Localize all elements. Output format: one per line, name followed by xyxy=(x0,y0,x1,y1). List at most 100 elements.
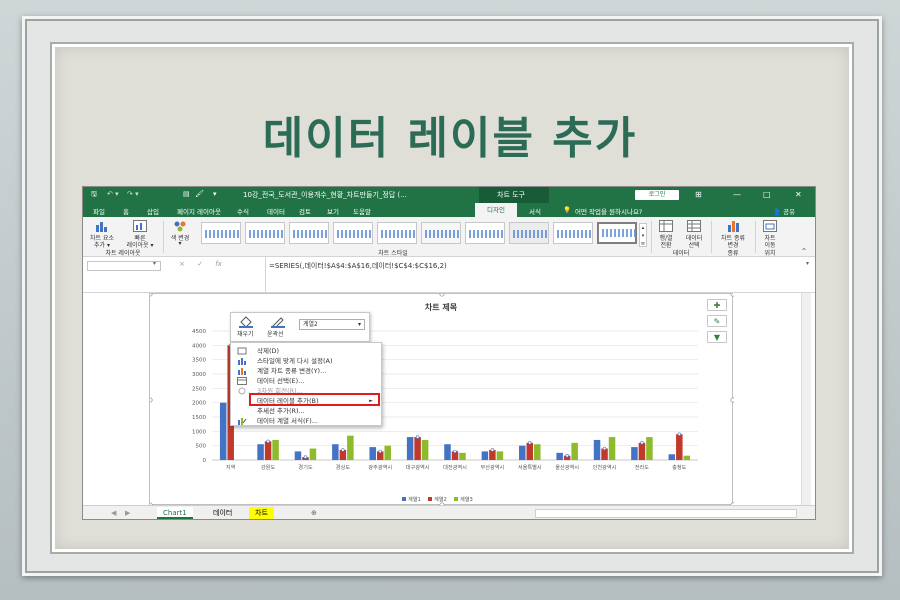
y-tick-label: 4000 xyxy=(192,343,206,349)
y-tick-label: 3000 xyxy=(192,372,206,378)
menu-item-delete[interactable]: 삭제(D) xyxy=(231,346,381,356)
tab-review[interactable]: 검토 xyxy=(299,206,311,216)
resize-handle xyxy=(730,294,734,297)
minimize-button[interactable]: — xyxy=(733,190,741,199)
next-sheet-icon[interactable]: ▶ xyxy=(119,507,136,519)
outline-icon[interactable] xyxy=(271,316,285,328)
menu-item-add-trendline[interactable]: 추세선 추가(R)... xyxy=(231,406,381,416)
x-tick-label: 경기도 xyxy=(298,463,313,471)
add-sheet-button[interactable]: ⊕ xyxy=(305,507,323,519)
legend-swatch-3 xyxy=(454,497,458,501)
tab-page-layout[interactable]: 페이지 레이아웃 xyxy=(177,206,221,216)
undo-icon[interactable]: ↶ ▾ xyxy=(107,190,119,198)
fill-icon[interactable] xyxy=(239,316,253,328)
move-chart-icon xyxy=(763,220,777,232)
menu-item-select-data[interactable]: 데이터 선택(E)... xyxy=(231,376,381,386)
enter-icon[interactable]: ✓ xyxy=(197,260,203,268)
vertical-scrollbar[interactable] xyxy=(801,293,811,505)
chart-style-4[interactable] xyxy=(333,222,373,244)
bar-1-3 xyxy=(294,451,302,460)
chart-style-2[interactable] xyxy=(245,222,285,244)
tab-design[interactable]: 디자인 xyxy=(475,203,517,217)
y-tick-label: 0 xyxy=(203,458,207,464)
legend-label-1: 계열1 xyxy=(408,495,421,503)
tab-home[interactable]: 홈 xyxy=(123,206,129,216)
chart-filters-button[interactable]: ▼ xyxy=(707,331,727,343)
bar-3-4 xyxy=(347,435,354,460)
name-box-dropdown-icon[interactable]: ▾ xyxy=(153,260,156,267)
share-button[interactable]: 👤 공유 xyxy=(773,206,795,216)
expand-formula-icon[interactable]: ▾ xyxy=(806,260,809,267)
x-tick-label: 서울특별시 xyxy=(518,463,542,471)
ribbon-display-icon[interactable]: ⊞ xyxy=(695,190,702,199)
formula-input[interactable]: =SERIES(,데이터!$A$4:$A$16,데이터!$C$4:$C$16,2… xyxy=(269,261,447,271)
chart-style-9[interactable] xyxy=(553,222,593,244)
cancel-icon[interactable]: × xyxy=(179,260,185,268)
series-dropdown[interactable]: 계열2 ▾ xyxy=(299,319,365,330)
y-tick-label: 2500 xyxy=(192,386,206,392)
macro-icon[interactable]: ▤ xyxy=(183,190,190,198)
group-chart-styles: 차트 스타일 xyxy=(378,250,408,257)
group-type: 종류 xyxy=(727,250,739,257)
bar-1-8 xyxy=(481,451,489,460)
chart-style-8[interactable] xyxy=(509,222,549,244)
login-button[interactable]: 로그인 xyxy=(635,190,679,200)
chart-style-1[interactable] xyxy=(201,222,241,244)
bar-3-6 xyxy=(421,439,429,460)
sheet-tab-data[interactable]: 데이터 xyxy=(207,507,238,519)
close-button[interactable]: ✕ xyxy=(795,190,802,199)
format-painter-icon[interactable]: 🖌 xyxy=(195,190,204,198)
menu-item-format-data-series[interactable]: 데이터 계열 서식(F)... xyxy=(231,416,381,426)
tab-formulas[interactable]: 수식 xyxy=(237,206,249,216)
sheet-tab-bar: ◀ ▶ Chart1 데이터 차트 ⊕ xyxy=(83,505,815,519)
horizontal-scrollbar[interactable] xyxy=(535,509,797,518)
chart-style-6[interactable] xyxy=(421,222,461,244)
menu-item-change-series-chart-type[interactable]: 계열 차트 종류 변경(Y)... xyxy=(231,366,381,376)
tab-help[interactable]: 도움말 xyxy=(353,206,371,216)
sheet-tab-chart1[interactable]: Chart1 xyxy=(157,507,193,519)
chart-style-3[interactable] xyxy=(289,222,329,244)
bar-1-6 xyxy=(406,437,414,460)
bar-3-11 xyxy=(608,437,616,460)
tab-file[interactable]: 파일 xyxy=(93,206,105,216)
legend-swatch-1 xyxy=(402,497,406,501)
customize-qat-icon[interactable]: ▾ xyxy=(213,190,217,198)
redo-icon[interactable]: ↷ ▾ xyxy=(127,190,139,198)
chart-style-7[interactable] xyxy=(465,222,505,244)
bar-3-13 xyxy=(683,455,691,460)
chart-style-5[interactable] xyxy=(377,222,417,244)
name-box[interactable] xyxy=(87,261,161,271)
tab-format[interactable]: 서식 xyxy=(529,206,541,216)
chart-style-10[interactable] xyxy=(597,222,637,244)
bar-2-13 xyxy=(676,434,683,460)
maximize-button[interactable]: □ xyxy=(763,190,771,199)
formula-buttons: × ✓ fx xyxy=(179,260,222,268)
palette-icon xyxy=(174,221,186,232)
collapse-ribbon-icon[interactable]: ^ xyxy=(799,248,809,255)
styles-scroll[interactable]: ▴ ▾ ≡ xyxy=(639,223,647,247)
tab-view[interactable]: 보기 xyxy=(327,206,339,216)
tab-data[interactable]: 데이터 xyxy=(267,206,285,216)
title-bar: 🖫 ↶ ▾ ↷ ▾ ▤ 🖌 ▾ 10강_전국_도서관_이용개수_현황_차트만들기… xyxy=(83,187,815,203)
chevron-down-icon: ▾ xyxy=(357,321,361,328)
change-chart-type-icon xyxy=(728,221,739,232)
x-tick-label: 광주광역시 xyxy=(368,463,392,471)
bar-3-3 xyxy=(309,448,317,460)
tell-me-input[interactable]: 어떤 작업을 원하시나요? xyxy=(575,206,642,216)
bar-1-7 xyxy=(444,444,451,460)
sheet-tab-chart[interactable]: 차트 xyxy=(249,507,274,519)
menu-item-reset-style[interactable]: 스타일에 맞게 다시 설정(A) xyxy=(231,356,381,366)
chart-styles-button[interactable]: ✎ xyxy=(707,315,727,327)
chart-tools-context: 차트 도구 xyxy=(479,187,549,203)
bar-3-12 xyxy=(646,437,653,460)
insert-function-icon[interactable]: fx xyxy=(215,260,222,268)
save-icon[interactable]: 🖫 xyxy=(91,190,97,201)
chart-elements-button[interactable]: ✚ xyxy=(707,299,727,311)
selection-handle xyxy=(528,441,532,445)
x-tick-label: 부산광역시 xyxy=(480,463,504,471)
bar-1-5 xyxy=(369,447,376,460)
formula-bar: ▾ × ✓ fx =SERIES(,데이터!$A$4:$A$16,데이터!$C$… xyxy=(83,257,815,293)
y-tick-label: 1500 xyxy=(192,415,206,421)
tab-insert[interactable]: 삽입 xyxy=(147,206,159,216)
change-chart-type-icon xyxy=(238,368,246,375)
